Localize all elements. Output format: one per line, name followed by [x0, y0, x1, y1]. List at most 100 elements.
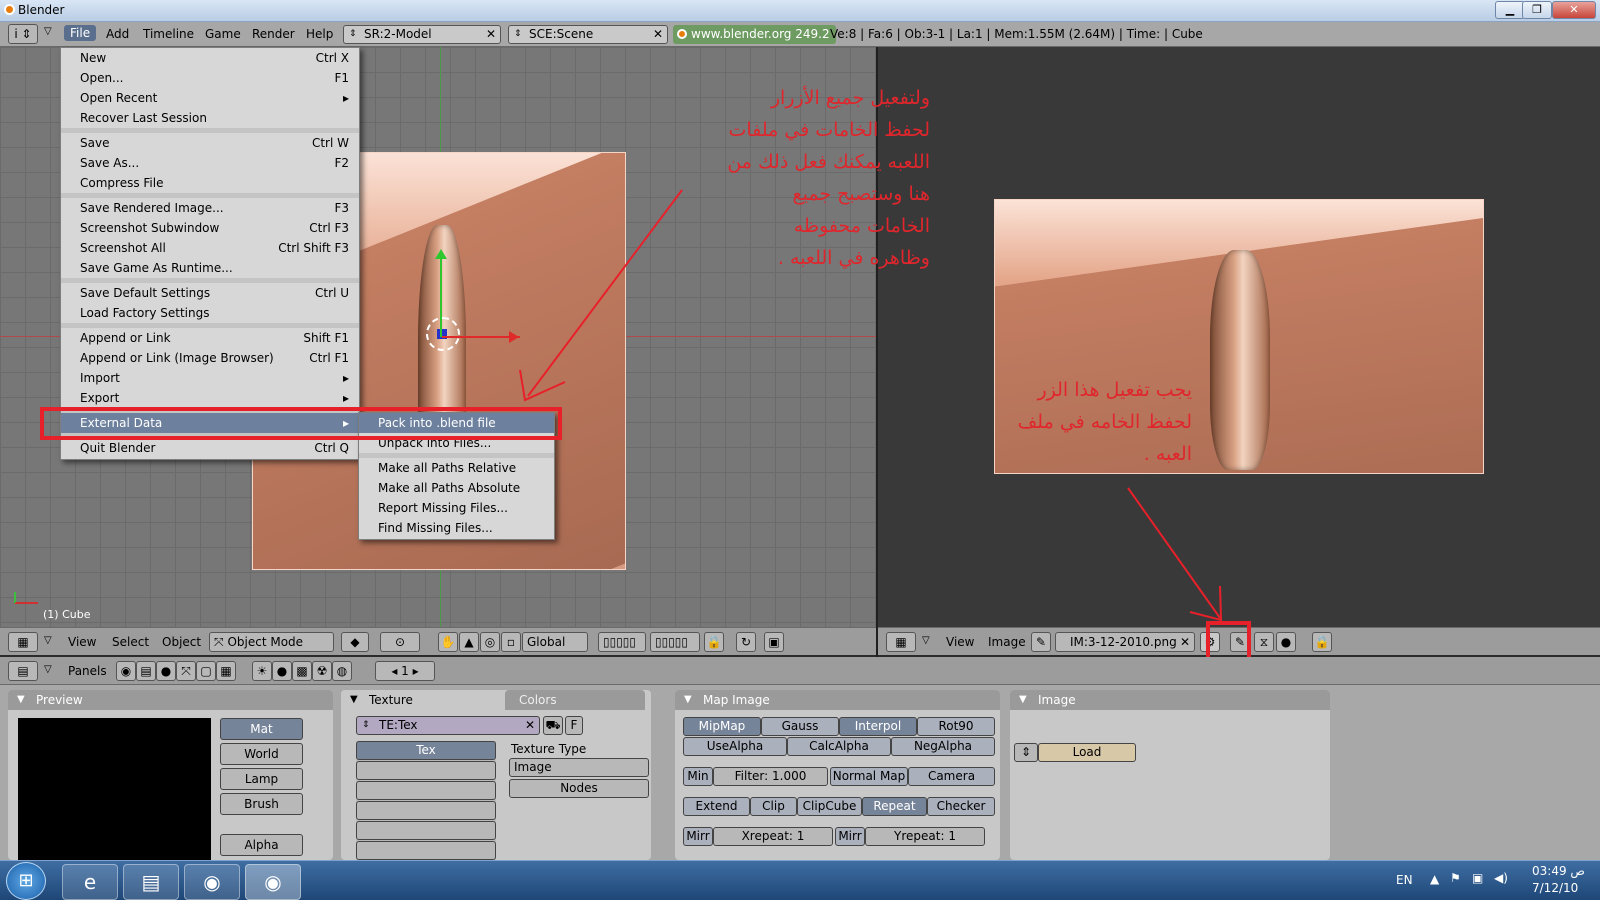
rot90-toggle[interactable]: Rot90 — [917, 717, 995, 736]
nodes-button[interactable]: Nodes — [509, 779, 649, 798]
menu-view[interactable]: View — [68, 635, 96, 649]
menu-image[interactable]: Image — [988, 635, 1026, 649]
menu-object[interactable]: Object — [162, 635, 201, 649]
record-icon[interactable]: ↻ — [736, 632, 756, 652]
layer-buttons-2[interactable]: ▯▯▯▯▯ — [650, 632, 700, 652]
volume-icon[interactable]: ◀) — [1494, 871, 1508, 885]
lamp-icon[interactable]: ☀ — [252, 661, 272, 681]
clock-date[interactable]: 7/12/10 — [1532, 881, 1578, 895]
close-icon[interactable]: ✕ — [525, 717, 535, 734]
hand-icon[interactable]: ✋ — [438, 632, 458, 652]
menu-item-compress-file[interactable]: Compress File — [61, 173, 359, 193]
blender-active-window-icon[interactable]: ◉ — [245, 864, 301, 900]
mirror-x-toggle[interactable]: Mirr — [683, 827, 713, 846]
rotate-icon[interactable]: ◎ — [480, 632, 500, 652]
extend-toggle[interactable]: Extend — [683, 797, 750, 816]
fake-user-icon[interactable]: ⛟ — [543, 716, 563, 735]
texture-name-field[interactable]: TE:Tex ⇕ ✕ — [356, 716, 540, 735]
preview-lamp-button[interactable]: Lamp — [220, 768, 303, 790]
tab-texture[interactable]: ▼ Texture — [341, 690, 501, 710]
render-icon[interactable]: ▣ — [764, 632, 784, 652]
preview-brush-button[interactable]: Brush — [220, 793, 303, 815]
object-icon[interactable]: ⤧ — [176, 661, 196, 681]
load-image-button[interactable]: Load — [1038, 743, 1136, 762]
menu-item-make-paths-relative[interactable]: Make all Paths Relative — [359, 458, 554, 478]
file-explorer-icon[interactable]: ▤ — [123, 864, 179, 900]
menu-item-open-recent[interactable]: Open Recent ▸ — [61, 88, 359, 108]
menu-item-find-missing-files[interactable]: Find Missing Files... — [359, 518, 554, 538]
collapse-triangle-icon[interactable]: ▽ — [44, 664, 52, 675]
editing-icon[interactable]: ▢ — [196, 661, 216, 681]
menu-item-screenshot-subwindow[interactable]: Screenshot Subwindow Ctrl F3 — [61, 218, 359, 238]
windows-start-icon[interactable]: ⊞ — [6, 862, 46, 900]
internet-explorer-icon[interactable]: e — [62, 864, 118, 900]
script-icon[interactable]: ▤ — [136, 661, 156, 681]
mirror-y-toggle[interactable]: Mirr — [835, 827, 865, 846]
orientation-selector[interactable]: Global — [522, 632, 588, 652]
radio-icon[interactable]: ☢ — [312, 661, 332, 681]
menu-item-recover-last-session[interactable]: Recover Last Session — [61, 108, 359, 128]
shading-icon[interactable]: ● — [156, 661, 176, 681]
usealpha-toggle[interactable]: UseAlpha — [683, 737, 787, 756]
menu-item-save-game-as-runtime[interactable]: Save Game As Runtime... — [61, 258, 359, 278]
tab-colors[interactable]: Colors — [505, 690, 645, 710]
pivot-icon[interactable]: ⊙ — [380, 632, 420, 652]
menu-item-save-rendered-image[interactable]: Save Rendered Image... F3 — [61, 198, 359, 218]
menu-item-append-or-link[interactable]: Append or Link Shift F1 — [61, 328, 359, 348]
collapse-triangle-icon[interactable]: ▼ — [17, 690, 25, 710]
menu-item-screenshot-all[interactable]: Screenshot All Ctrl Shift F3 — [61, 238, 359, 258]
image-editor-type-icon[interactable]: ▦ — [886, 632, 916, 652]
uv-icon[interactable]: ⧖ — [1254, 632, 1274, 652]
texture-icon[interactable]: ▩ — [292, 661, 312, 681]
draw-type-icon[interactable]: ◆ — [341, 632, 369, 652]
collapse-triangle-icon[interactable]: ▼ — [684, 690, 692, 710]
preview-world-button[interactable]: World — [220, 743, 303, 765]
xrepeat-slider[interactable]: Xrepeat: 1 — [713, 827, 833, 846]
language-indicator[interactable]: EN — [1396, 873, 1413, 887]
buttons-type-icon[interactable]: ▤ — [8, 661, 38, 681]
panel-title[interactable]: ▼ Map Image — [675, 690, 1000, 710]
menu-item-make-paths-absolute[interactable]: Make all Paths Absolute — [359, 478, 554, 498]
preview-alpha-button[interactable]: Alpha — [220, 834, 303, 856]
texture-channel-slot[interactable] — [356, 801, 496, 820]
translate-icon[interactable]: ▲ — [459, 632, 479, 652]
collapse-triangle-icon[interactable]: ▽ — [44, 635, 52, 646]
texture-channel-header[interactable]: Tex — [356, 741, 496, 760]
collapse-triangle-icon[interactable]: ▽ — [922, 635, 930, 646]
menu-item-save[interactable]: Save Ctrl W — [61, 133, 359, 153]
menu-item-export[interactable]: Export ▸ — [61, 388, 359, 408]
texture-channel-slot[interactable] — [356, 781, 496, 800]
clipcube-toggle[interactable]: ClipCube — [797, 797, 862, 816]
dot-icon[interactable]: ● — [1276, 632, 1296, 652]
blender-taskbar-icon[interactable]: ◉ — [184, 864, 240, 900]
lock-icon[interactable]: 🔒 — [704, 632, 724, 652]
interpol-toggle[interactable]: Interpol — [839, 717, 917, 736]
filter-slider[interactable]: Filter: 1.000 — [713, 767, 828, 786]
menu-item-quit-blender[interactable]: Quit Blender Ctrl Q — [61, 438, 359, 458]
menu-item-save-default-settings[interactable]: Save Default Settings Ctrl U — [61, 283, 359, 303]
network-icon[interactable]: ▣ — [1472, 871, 1483, 885]
collapse-triangle-icon[interactable]: ▼ — [1019, 690, 1027, 710]
collapse-triangle-icon[interactable]: ▼ — [350, 690, 358, 710]
lock-icon[interactable]: 🔒 — [1312, 632, 1332, 652]
menu-item-save-as[interactable]: Save As... F2 — [61, 153, 359, 173]
menu-item-report-missing-files[interactable]: Report Missing Files... — [359, 498, 554, 518]
texture-channel-list[interactable]: Tex — [356, 741, 496, 860]
clock-time[interactable]: 03:49 ص — [1532, 864, 1585, 878]
texture-type-selector[interactable]: Image — [509, 758, 649, 777]
calcalpha-toggle[interactable]: CalcAlpha — [787, 737, 891, 756]
material-icon[interactable]: ● — [272, 661, 292, 681]
gauss-toggle[interactable]: Gauss — [761, 717, 839, 736]
texture-channel-slot[interactable] — [356, 821, 496, 840]
menu-item-open[interactable]: Open... F1 — [61, 68, 359, 88]
min-toggle[interactable]: Min — [683, 767, 713, 786]
menu-view[interactable]: View — [946, 635, 974, 649]
menu-item-new[interactable]: New Ctrl X — [61, 48, 359, 68]
paint-icon[interactable]: ✎ — [1031, 632, 1051, 652]
action-center-flag-icon[interactable]: ⚑ — [1450, 871, 1461, 885]
world-icon[interactable]: ◍ — [332, 661, 352, 681]
preview-mat-button[interactable]: Mat — [220, 718, 303, 740]
show-hidden-icons-icon[interactable]: ▲ — [1430, 872, 1439, 886]
normal-space-selector[interactable]: Camera — [908, 767, 995, 786]
logic-icon[interactable]: ◉ — [116, 661, 136, 681]
